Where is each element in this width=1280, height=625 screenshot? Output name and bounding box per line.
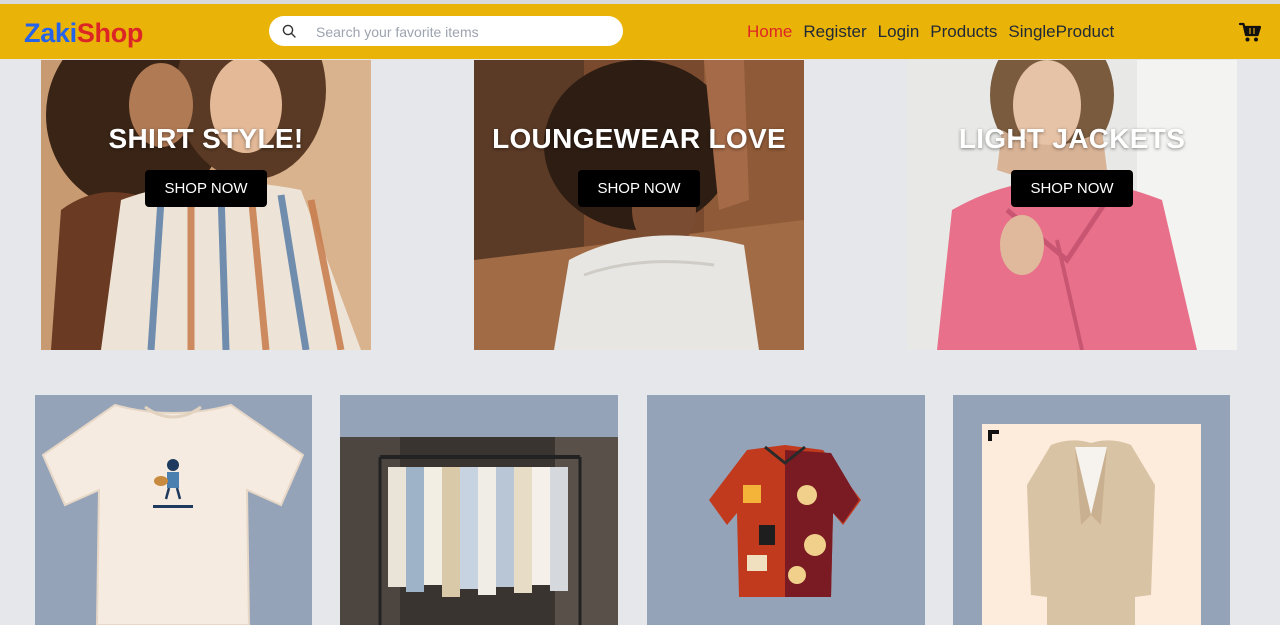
navbar: ZakiShop Home Register Login Products Si… <box>0 4 1280 59</box>
search-icon[interactable] <box>282 24 296 38</box>
nav-link-login[interactable]: Login <box>878 22 920 42</box>
nav-link-register[interactable]: Register <box>803 22 866 42</box>
brand-logo-part1: Zaki <box>24 18 77 48</box>
nav-link-products[interactable]: Products <box>930 22 997 42</box>
product-image-print-shirt <box>709 445 861 597</box>
nav-link-singleproduct[interactable]: SingleProduct <box>1008 22 1114 42</box>
banner-light-jackets: LIGHT JACKETS SHOP NOW <box>907 60 1237 350</box>
cart-icon[interactable] <box>1239 21 1261 43</box>
banner-shirt-style: SHIRT STYLE! SHOP NOW <box>41 60 371 350</box>
banner-title: LIGHT JACKETS <box>958 123 1186 154</box>
shop-now-button[interactable]: SHOP NOW <box>1011 170 1133 207</box>
nav-links: Home Register Login Products SingleProdu… <box>747 22 1114 42</box>
product-image-blazer <box>982 424 1201 625</box>
banner-title: SHIRT STYLE! <box>108 123 304 154</box>
nav-link-home[interactable]: Home <box>747 22 792 42</box>
product-card-tshirt[interactable] <box>35 395 312 625</box>
brand-logo-part2: Shop <box>76 18 144 48</box>
product-image-clothing-rack <box>340 437 618 625</box>
product-image-tshirt <box>41 403 305 625</box>
product-card-clothing-rack[interactable] <box>340 395 618 625</box>
product-card-blazer[interactable] <box>953 395 1230 625</box>
banner-loungewear-love: LOUNGEWEAR LOVE SHOP NOW <box>474 60 804 350</box>
search-input[interactable] <box>316 22 611 41</box>
shop-now-button[interactable]: SHOP NOW <box>145 170 267 207</box>
product-card-print-shirt[interactable] <box>647 395 925 625</box>
brand-logo[interactable]: ZakiShop <box>24 18 143 49</box>
banner-title: LOUNGEWEAR LOVE <box>492 123 786 154</box>
search-bar <box>269 16 623 46</box>
shop-now-button[interactable]: SHOP NOW <box>578 170 700 207</box>
